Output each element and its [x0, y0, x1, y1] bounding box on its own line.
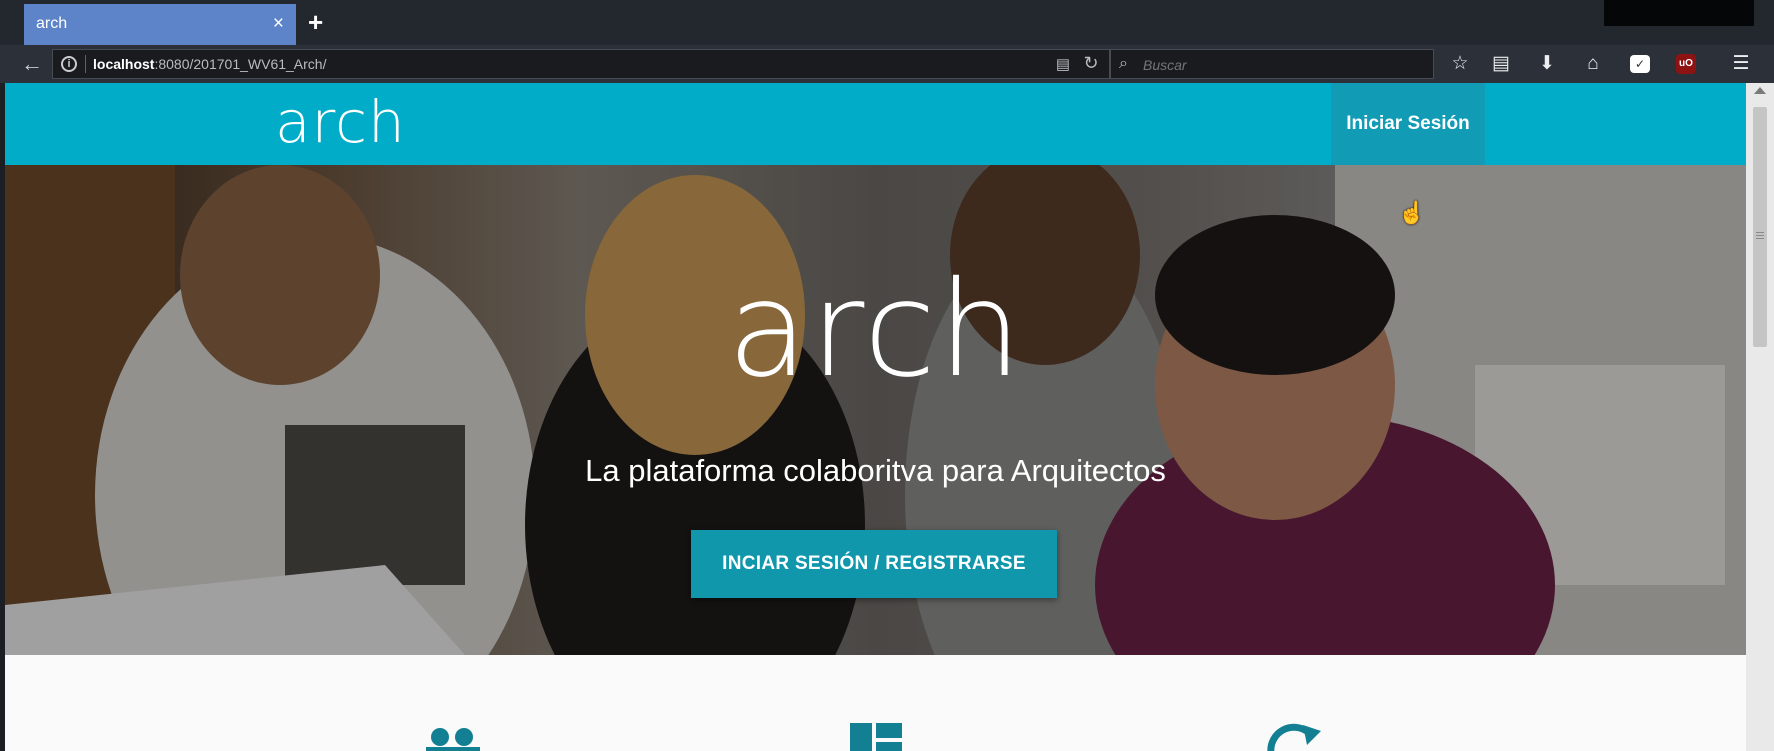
search-icon: ⌕ — [1119, 55, 1128, 72]
page-viewport: arch Iniciar Sesión arch La plataforma c… — [5, 83, 1746, 751]
site-header: arch Iniciar Sesión — [5, 83, 1746, 165]
page-scrollbar[interactable] — [1746, 83, 1774, 751]
tab-strip: arch × + — [0, 0, 1774, 45]
reload-icon[interactable]: ↻ — [1081, 53, 1101, 73]
scrollbar-thumb[interactable] — [1753, 107, 1767, 347]
url-divider — [85, 55, 86, 73]
navigation-toolbar: ← i localhost:8080/201701_WV61_Arch/ ▤ ↻… — [0, 45, 1774, 83]
url-text[interactable]: localhost:8080/201701_WV61_Arch/ — [93, 56, 326, 72]
scroll-up-icon[interactable] — [1754, 87, 1766, 94]
dashboard-icon — [850, 723, 902, 751]
browser-tab-arch[interactable]: arch × — [24, 4, 296, 45]
hamburger-menu-icon[interactable]: ☰ — [1726, 50, 1756, 78]
hero-title: arch — [727, 253, 1024, 407]
hero-subtitle: La plataforma colaboritva para Arquitect… — [585, 453, 1166, 488]
ublock-icon[interactable]: uO — [1676, 54, 1696, 74]
nav-login-link[interactable]: Iniciar Sesión — [1331, 83, 1485, 165]
sync-icon — [1267, 723, 1321, 751]
features-section — [5, 655, 1746, 751]
reader-view-icon[interactable]: ▤ — [1053, 55, 1073, 73]
search-input[interactable] — [1141, 53, 1425, 77]
pocket-icon[interactable]: ✓ — [1630, 55, 1650, 73]
window-controls-area — [1604, 0, 1754, 26]
login-register-button[interactable]: INCIAR SESIÓN / REGISTRARSE — [691, 530, 1057, 598]
url-path: :8080/201701_WV61_Arch/ — [154, 56, 327, 72]
back-arrow-icon[interactable]: ← — [18, 50, 46, 78]
url-bar[interactable]: i localhost:8080/201701_WV61_Arch/ ▤ ↻ — [52, 49, 1110, 79]
library-icon[interactable]: ▤ — [1486, 50, 1516, 78]
site-logo[interactable]: arch — [275, 88, 406, 156]
info-icon[interactable]: i — [61, 56, 77, 72]
download-icon[interactable]: ⬇ — [1532, 50, 1562, 78]
url-host: localhost — [93, 56, 155, 72]
tab-title: arch — [36, 15, 68, 32]
new-tab-button[interactable]: + — [308, 7, 323, 38]
scroll-grip-icon — [1756, 232, 1764, 233]
home-icon[interactable]: ⌂ — [1578, 50, 1608, 78]
hero-section: arch La plataforma colaboritva para Arqu… — [5, 165, 1746, 655]
search-bar[interactable]: ⌕ — [1110, 49, 1434, 79]
tab-close-icon[interactable]: × — [273, 13, 284, 35]
bookmark-star-icon[interactable]: ☆ — [1445, 50, 1475, 78]
users-icon — [426, 728, 480, 751]
mouse-cursor-icon: ☝ — [1398, 200, 1426, 225]
